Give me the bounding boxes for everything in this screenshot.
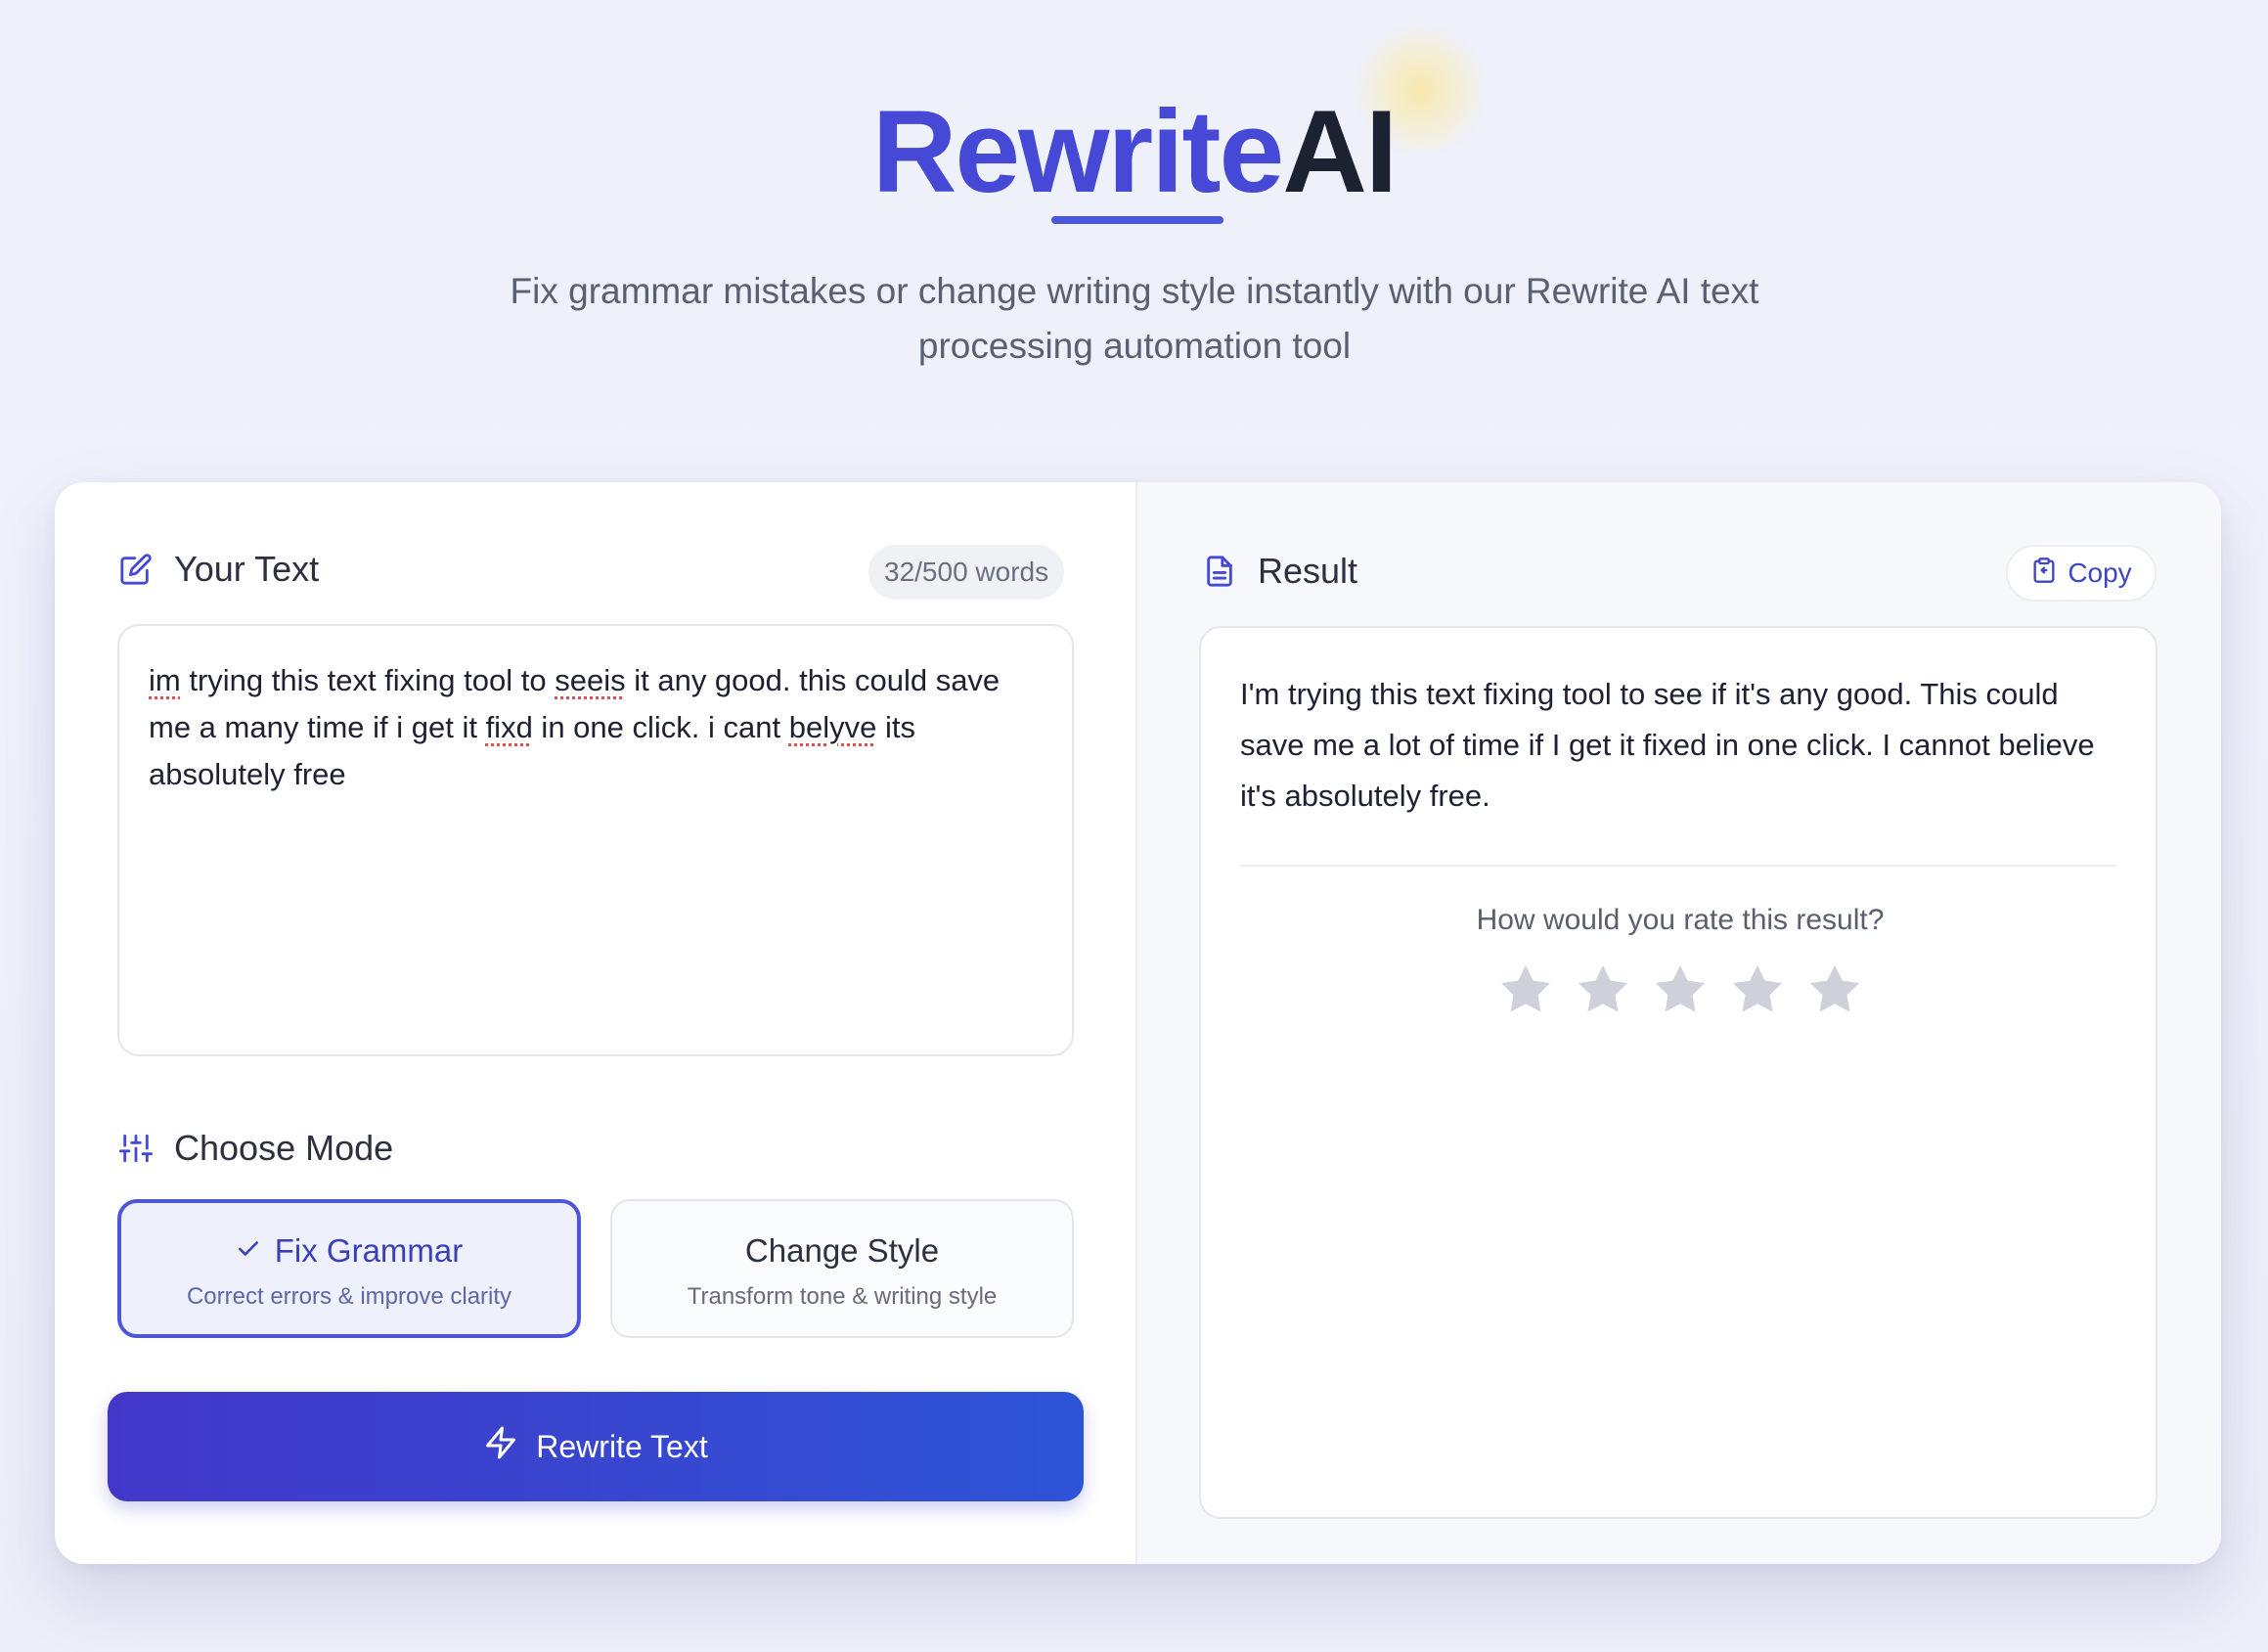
misspelled-word: seeis (555, 663, 626, 697)
result-title: Result (1258, 551, 1358, 591)
choose-mode-header: Choose Mode (119, 1128, 393, 1169)
text-segment: trying this text fixing tool to (180, 663, 556, 697)
result-divider (1240, 865, 2116, 867)
copy-button[interactable]: Copy (2006, 545, 2157, 602)
sliders-icon (119, 1132, 153, 1165)
word-count-badge: 32/500 words (868, 545, 1065, 600)
misspelled-word: im (149, 663, 181, 697)
result-text: I'm trying this text fixing tool to see … (1240, 677, 2095, 813)
clipboard-icon (2030, 557, 2058, 591)
mode-fix-grammar-button[interactable]: Fix Grammar Correct errors & improve cla… (117, 1199, 581, 1338)
check-icon (236, 1232, 261, 1270)
page-subtitle: Fix grammar mistakes or change writing s… (460, 264, 1809, 374)
brand-part-ai: AI (1282, 86, 1398, 217)
your-text-header: Your Text (119, 549, 319, 590)
rating-prompt: How would you rate this result? (1476, 904, 1885, 936)
star-icon[interactable] (1728, 960, 1787, 1019)
misspelled-word: fixd (485, 710, 533, 744)
brand-logo: RewriteAI (0, 78, 2268, 225)
subtitle-line-2: processing automation tool (917, 326, 1352, 366)
edit-icon (119, 553, 153, 586)
mode-description: Correct errors & improve clarity (186, 1283, 512, 1310)
brand-underline (1051, 216, 1223, 224)
star-icon[interactable] (1805, 960, 1864, 1019)
choose-mode-title: Choose Mode (174, 1128, 394, 1168)
document-icon (1203, 555, 1236, 588)
star-icon[interactable] (1496, 960, 1555, 1019)
result-output-box: I'm trying this text fixing tool to see … (1199, 626, 2157, 1519)
source-text-input[interactable]: im trying this text fixing tool to seeis… (117, 624, 1074, 1056)
mode-label: Change Style (744, 1232, 940, 1269)
brand-part-rewrite: Rewrite (871, 86, 1284, 217)
mode-change-style-button[interactable]: Change Style Transform tone & writing st… (610, 1199, 1074, 1338)
mode-label: Fix Grammar (274, 1232, 464, 1269)
misspelled-word: belyve (788, 710, 877, 744)
rewrite-text-button[interactable]: Rewrite Text (108, 1392, 1084, 1501)
rating-stars (1201, 960, 2159, 1019)
star-icon[interactable] (1651, 960, 1710, 1019)
text-segment: in one click. i cant (532, 710, 789, 744)
rewrite-button-label: Rewrite Text (536, 1428, 708, 1464)
result-header: Result (1203, 551, 1357, 592)
copy-label: Copy (2068, 558, 2132, 588)
subtitle-line-1: Fix grammar mistakes or change writing s… (510, 271, 1759, 311)
rewrite-card: Your Text 32/500 words im trying this te… (55, 482, 2221, 1564)
bolt-icon (483, 1425, 518, 1468)
mode-description: Transform tone & writing style (687, 1283, 998, 1310)
star-icon[interactable] (1574, 960, 1632, 1019)
your-text-title: Your Text (174, 549, 320, 589)
